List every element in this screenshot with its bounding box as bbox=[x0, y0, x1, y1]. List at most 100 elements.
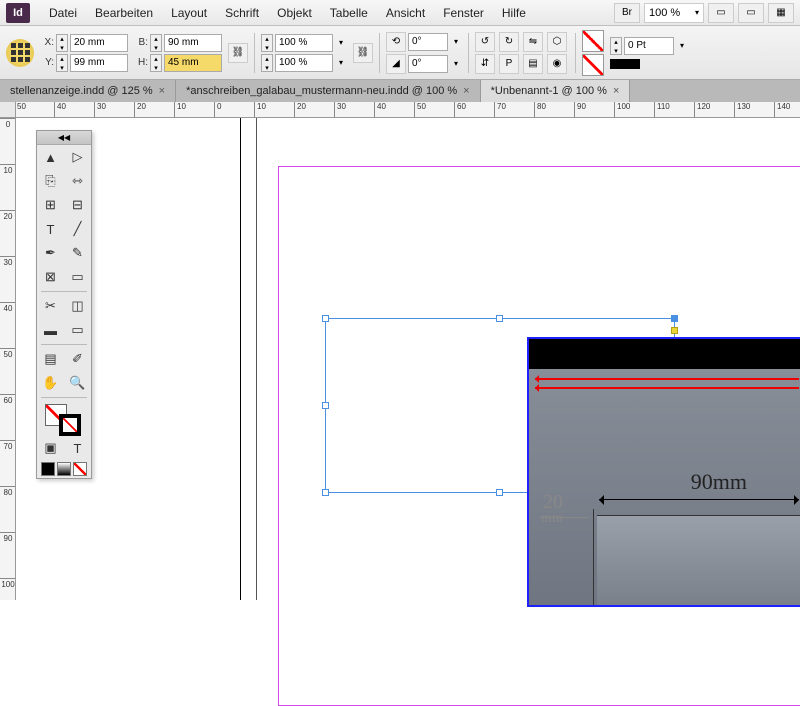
content-collector-tool[interactable]: ⊞ bbox=[37, 193, 64, 217]
handle-w[interactable] bbox=[322, 402, 329, 409]
bridge-button[interactable]: Br bbox=[614, 3, 640, 23]
close-icon[interactable]: × bbox=[159, 85, 165, 97]
formatting-container-icon[interactable]: ▣ bbox=[37, 436, 64, 460]
flip-h-icon[interactable]: ⇋ bbox=[523, 32, 543, 52]
zoom-tool[interactable]: 🔍 bbox=[64, 371, 91, 395]
handle-n[interactable] bbox=[496, 315, 503, 322]
rectangle-tool[interactable]: ▭ bbox=[64, 265, 91, 289]
corner-control[interactable] bbox=[671, 327, 678, 334]
selection-tool[interactable]: ▲ bbox=[37, 145, 64, 169]
panel-collapse[interactable]: ◀◀ bbox=[37, 131, 91, 145]
close-icon[interactable]: × bbox=[613, 85, 619, 97]
placed-image[interactable]: 90mm 20 mm bbox=[527, 337, 800, 607]
gradient-swatch-tool[interactable]: ▬ bbox=[37, 318, 64, 342]
formatting-text-icon[interactable]: T bbox=[64, 436, 91, 460]
arrange-icon[interactable]: ▦ bbox=[768, 3, 794, 23]
fill-swatch[interactable] bbox=[582, 30, 604, 52]
direct-selection-tool[interactable]: ▷ bbox=[64, 145, 91, 169]
apply-color[interactable] bbox=[41, 462, 55, 476]
page-tool[interactable]: ⎘ bbox=[37, 169, 64, 193]
pen-tool[interactable]: ✒ bbox=[37, 241, 64, 265]
tools-panel[interactable]: ◀◀ ▲ ▷ ⎘ ⇿ ⊞ ⊟ T ╱ ✒ ✎ ⊠ ▭ ✂ ◫ ▬ ▭ ▤ ✐ ✋… bbox=[36, 130, 92, 479]
hand-tool[interactable]: ✋ bbox=[37, 371, 64, 395]
handle-ne[interactable] bbox=[671, 315, 678, 322]
pathfinder-icon[interactable]: ⬡ bbox=[547, 32, 567, 52]
menu-ansicht[interactable]: Ansicht bbox=[377, 6, 434, 20]
apply-none[interactable] bbox=[73, 462, 87, 476]
scaley-stepper[interactable] bbox=[261, 54, 273, 72]
scalex-dropdown[interactable]: ▾ bbox=[335, 38, 347, 47]
menu-layout[interactable]: Layout bbox=[162, 6, 216, 20]
w-input[interactable]: 90 mm bbox=[164, 34, 222, 52]
apply-gradient[interactable] bbox=[57, 462, 71, 476]
rotate-icon: ⟲ bbox=[386, 32, 406, 52]
h-stepper[interactable] bbox=[150, 54, 162, 72]
stroke-swatch[interactable] bbox=[582, 54, 604, 76]
eyedropper-tool[interactable]: ✐ bbox=[64, 347, 91, 371]
h-input[interactable]: 45 mm bbox=[164, 54, 222, 72]
pt-stepper[interactable] bbox=[610, 37, 622, 55]
close-icon[interactable]: × bbox=[463, 85, 469, 97]
screen-mode-icon[interactable]: ▭ bbox=[738, 3, 764, 23]
rectangle-frame-tool[interactable]: ⊠ bbox=[37, 265, 64, 289]
scalex-input[interactable]: 100 % bbox=[275, 34, 333, 52]
free-transform-tool[interactable]: ◫ bbox=[64, 294, 91, 318]
note-tool[interactable]: ▤ bbox=[37, 347, 64, 371]
reference-point[interactable] bbox=[6, 39, 34, 67]
x-stepper[interactable] bbox=[56, 34, 68, 52]
zoom-level[interactable]: 100 % bbox=[644, 3, 704, 23]
y-stepper[interactable] bbox=[56, 54, 68, 72]
p-icon[interactable]: P bbox=[499, 54, 519, 74]
handle-sw[interactable] bbox=[322, 489, 329, 496]
constrain-scale-icon[interactable]: ⛓ bbox=[353, 43, 373, 63]
w-stepper[interactable] bbox=[150, 34, 162, 52]
tab-0[interactable]: stellenanzeige.indd @ 125 %× bbox=[0, 80, 176, 102]
ruler-horizontal[interactable]: 5040302010010203040506070809010011012013… bbox=[16, 102, 800, 118]
menu-fenster[interactable]: Fenster bbox=[434, 6, 493, 20]
x-input[interactable]: 20 mm bbox=[70, 34, 128, 52]
menu-hilfe[interactable]: Hilfe bbox=[493, 6, 535, 20]
dim-line-h bbox=[599, 499, 799, 500]
rotate-cw-icon[interactable]: ↻ bbox=[499, 32, 519, 52]
canvas[interactable]: 90mm 20 mm bbox=[16, 118, 800, 600]
rotate-dropdown[interactable]: ▾ bbox=[450, 37, 462, 46]
y-input[interactable]: 99 mm bbox=[70, 54, 128, 72]
stroke-style[interactable] bbox=[610, 59, 640, 69]
ruler-origin[interactable] bbox=[0, 102, 16, 118]
scaley-input[interactable]: 100 % bbox=[275, 54, 333, 72]
content-placer-tool[interactable]: ⊟ bbox=[64, 193, 91, 217]
align-icon[interactable]: ▤ bbox=[523, 54, 543, 74]
flip-v-icon[interactable]: ⇵ bbox=[475, 54, 495, 74]
gradient-feather-tool[interactable]: ▭ bbox=[64, 318, 91, 342]
menu-bearbeiten[interactable]: Bearbeiten bbox=[86, 6, 162, 20]
menu-tabelle[interactable]: Tabelle bbox=[321, 6, 377, 20]
effects-icon[interactable]: ◉ bbox=[547, 54, 567, 74]
handle-nw[interactable] bbox=[322, 315, 329, 322]
control-bar: X:20 mm Y:99 mm B:90 mm H:45 mm ⛓ 100 %▾… bbox=[0, 26, 800, 80]
scaley-dropdown[interactable]: ▾ bbox=[335, 58, 347, 67]
pencil-tool[interactable]: ✎ bbox=[64, 241, 91, 265]
pt-dropdown[interactable]: ▾ bbox=[676, 41, 688, 50]
tab-2[interactable]: *Unbenannt-1 @ 100 %× bbox=[481, 80, 631, 102]
scalex-stepper[interactable] bbox=[261, 34, 273, 52]
menu-schrift[interactable]: Schrift bbox=[216, 6, 268, 20]
constrain-icon[interactable]: ⛓ bbox=[228, 43, 248, 63]
type-tool[interactable]: T bbox=[37, 217, 64, 241]
shear-dropdown[interactable]: ▾ bbox=[450, 59, 462, 68]
line-tool[interactable]: ╱ bbox=[64, 217, 91, 241]
gap-tool[interactable]: ⇿ bbox=[64, 169, 91, 193]
stroke-weight[interactable]: 0 Pt bbox=[624, 37, 674, 55]
tab-1[interactable]: *anschreiben_galabau_mustermann-neu.indd… bbox=[176, 80, 481, 102]
view-options-icon[interactable]: ▭ bbox=[708, 3, 734, 23]
handle-s[interactable] bbox=[496, 489, 503, 496]
scissors-tool[interactable]: ✂ bbox=[37, 294, 64, 318]
shear-input[interactable]: 0° bbox=[408, 55, 448, 73]
ruler-vertical[interactable]: 0102030405060708090100 bbox=[0, 118, 16, 600]
fill-stroke-control[interactable] bbox=[37, 400, 91, 436]
app-logo: Id bbox=[6, 3, 30, 23]
rotate-input[interactable]: 0° bbox=[408, 33, 448, 51]
menu-objekt[interactable]: Objekt bbox=[268, 6, 321, 20]
menu-datei[interactable]: Datei bbox=[40, 6, 86, 20]
dim-20-unit: mm bbox=[541, 511, 563, 527]
rotate-ccw-icon[interactable]: ↺ bbox=[475, 32, 495, 52]
